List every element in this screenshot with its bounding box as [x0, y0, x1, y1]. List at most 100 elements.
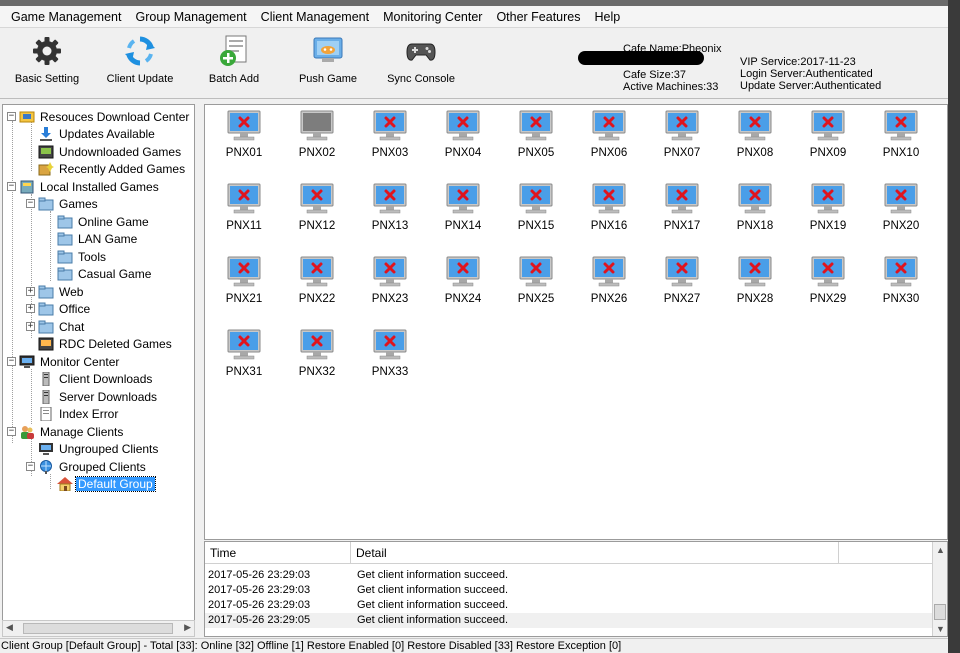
- collapse-toggle-icon[interactable]: −: [7, 112, 16, 121]
- client-pnx04[interactable]: PNX04: [426, 107, 486, 163]
- client-pnx10[interactable]: PNX10: [864, 107, 924, 163]
- batch-add-button[interactable]: Batch Add: [204, 35, 264, 95]
- tree-item-monitor-center[interactable]: − Monitor Center: [7, 353, 121, 370]
- log-row[interactable]: 2017-05-26 23:29:05 Get client informati…: [205, 613, 933, 628]
- tree-item-online-game[interactable]: Online Game: [57, 213, 151, 230]
- push-game-button[interactable]: Push Game: [298, 35, 358, 95]
- scroll-thumb[interactable]: [934, 604, 946, 620]
- client-pnx12[interactable]: PNX12: [280, 180, 340, 236]
- tree-item-resources-download-center[interactable]: − Resouces Download Center: [7, 108, 191, 125]
- scroll-thumb[interactable]: [23, 623, 173, 634]
- tree-item-web[interactable]: + Web: [26, 283, 85, 300]
- tree-horizontal-scrollbar[interactable]: ◀ ▶: [2, 620, 195, 637]
- menu-group-management[interactable]: Group Management: [128, 7, 253, 27]
- client-pnx01[interactable]: PNX01: [207, 107, 267, 163]
- expand-toggle-icon[interactable]: +: [26, 304, 35, 313]
- client-pnx03[interactable]: PNX03: [353, 107, 413, 163]
- client-pnx31[interactable]: PNX31: [207, 326, 267, 382]
- folder-computer-icon: [19, 111, 35, 122]
- basic-setting-button[interactable]: Basic Setting: [14, 35, 80, 95]
- collapse-toggle-icon[interactable]: −: [7, 182, 16, 191]
- client-pnx05[interactable]: PNX05: [499, 107, 559, 163]
- tree-item-index-error[interactable]: Index Error: [38, 405, 120, 422]
- scroll-right-icon[interactable]: ▶: [184, 622, 191, 633]
- scroll-left-icon[interactable]: ◀: [6, 622, 13, 633]
- client-pnx25[interactable]: PNX25: [499, 253, 559, 309]
- tree-item-office[interactable]: + Office: [26, 300, 92, 317]
- collapse-toggle-icon[interactable]: −: [7, 427, 16, 436]
- menu-monitoring-center[interactable]: Monitoring Center: [376, 7, 489, 27]
- menu-help[interactable]: Help: [588, 7, 628, 27]
- tree-item-casual-game[interactable]: Casual Game: [57, 265, 153, 282]
- client-pnx30[interactable]: PNX30: [864, 253, 924, 309]
- client-pnx11[interactable]: PNX11: [207, 180, 267, 236]
- tree-item-rdc-deleted-games[interactable]: RDC Deleted Games: [38, 335, 174, 352]
- log-row[interactable]: 2017-05-26 23:29:03 Get client informati…: [205, 583, 933, 598]
- client-pnx13[interactable]: PNX13: [353, 180, 413, 236]
- client-update-button[interactable]: Client Update: [106, 35, 174, 95]
- menu-other-features[interactable]: Other Features: [489, 7, 587, 27]
- scroll-down-icon[interactable]: ▼: [936, 624, 945, 634]
- client-pnx21[interactable]: PNX21: [207, 253, 267, 309]
- client-pnx15[interactable]: PNX15: [499, 180, 559, 236]
- client-pnx19[interactable]: PNX19: [791, 180, 851, 236]
- log-vertical-scrollbar[interactable]: ▲ ▼: [932, 542, 947, 636]
- client-pnx07[interactable]: PNX07: [645, 107, 705, 163]
- tree-item-grouped-clients[interactable]: − Grouped Clients: [26, 458, 148, 475]
- client-pnx20[interactable]: PNX20: [864, 180, 924, 236]
- client-pnx33[interactable]: PNX33: [353, 326, 413, 382]
- tree-item-local-installed-games[interactable]: − Local Installed Games: [7, 178, 161, 195]
- collapse-toggle-icon[interactable]: −: [26, 199, 35, 208]
- client-pnx06[interactable]: PNX06: [572, 107, 632, 163]
- sync-console-button[interactable]: Sync Console: [386, 35, 456, 95]
- tree-item-ungrouped-clients[interactable]: Ungrouped Clients: [38, 440, 160, 457]
- computer-offline-icon: [372, 110, 408, 145]
- client-pnx09[interactable]: PNX09: [791, 107, 851, 163]
- client-name: PNX08: [736, 147, 774, 159]
- client-pnx14[interactable]: PNX14: [426, 180, 486, 236]
- update-server-status: Update Server:Authenticated: [740, 80, 882, 92]
- tree-item-lan-game[interactable]: LAN Game: [57, 230, 139, 247]
- client-pnx22[interactable]: PNX22: [280, 253, 340, 309]
- client-pnx16[interactable]: PNX16: [572, 180, 632, 236]
- tree-item-games[interactable]: − Games: [26, 195, 100, 212]
- log-row[interactable]: 2017-05-26 23:29:03 Get client informati…: [205, 598, 933, 613]
- tree-item-server-downloads[interactable]: Server Downloads: [38, 388, 159, 405]
- menu-client-management[interactable]: Client Management: [254, 7, 376, 27]
- client-pnx26[interactable]: PNX26: [572, 253, 632, 309]
- column-header-time[interactable]: Time: [205, 542, 351, 564]
- tree-item-undownloaded-games[interactable]: Undownloaded Games: [38, 143, 183, 160]
- navigation-tree: − Resouces Download Center Updates Avail…: [2, 104, 195, 634]
- tree-item-recently-added-games[interactable]: Recently Added Games: [38, 160, 187, 177]
- tree-item-client-downloads[interactable]: Client Downloads: [38, 370, 154, 387]
- folder-icon: [38, 285, 54, 298]
- menu-bar: Game Management Group Management Client …: [0, 6, 948, 28]
- expand-toggle-icon[interactable]: +: [26, 322, 35, 331]
- client-pnx18[interactable]: PNX18: [718, 180, 778, 236]
- computer-offline-icon: [591, 256, 627, 291]
- client-pnx23[interactable]: PNX23: [353, 253, 413, 309]
- tree-item-manage-clients[interactable]: − Manage Clients: [7, 423, 125, 440]
- tree-item-updates-available[interactable]: Updates Available: [38, 125, 157, 142]
- column-header-detail[interactable]: Detail: [351, 542, 839, 564]
- client-pnx24[interactable]: PNX24: [426, 253, 486, 309]
- tree-item-chat[interactable]: + Chat: [26, 318, 86, 335]
- tree-item-default-group[interactable]: Default Group: [57, 475, 156, 492]
- log-detail: Get client information succeed.: [357, 599, 509, 611]
- client-pnx32[interactable]: PNX32: [280, 326, 340, 382]
- collapse-toggle-icon[interactable]: −: [26, 462, 35, 471]
- client-pnx02[interactable]: PNX02: [280, 107, 340, 163]
- collapse-toggle-icon[interactable]: −: [7, 357, 16, 366]
- scroll-up-icon[interactable]: ▲: [936, 545, 945, 555]
- client-pnx29[interactable]: PNX29: [791, 253, 851, 309]
- computer-offline-icon: [226, 183, 262, 218]
- menu-game-management[interactable]: Game Management: [4, 7, 128, 27]
- client-pnx28[interactable]: PNX28: [718, 253, 778, 309]
- expand-toggle-icon[interactable]: +: [26, 287, 35, 296]
- computer-offline-icon: [810, 256, 846, 291]
- client-pnx27[interactable]: PNX27: [645, 253, 705, 309]
- client-pnx17[interactable]: PNX17: [645, 180, 705, 236]
- client-pnx08[interactable]: PNX08: [718, 107, 778, 163]
- tree-item-tools[interactable]: Tools: [57, 248, 108, 265]
- log-row[interactable]: 2017-05-26 23:29:03 Get client informati…: [205, 568, 933, 583]
